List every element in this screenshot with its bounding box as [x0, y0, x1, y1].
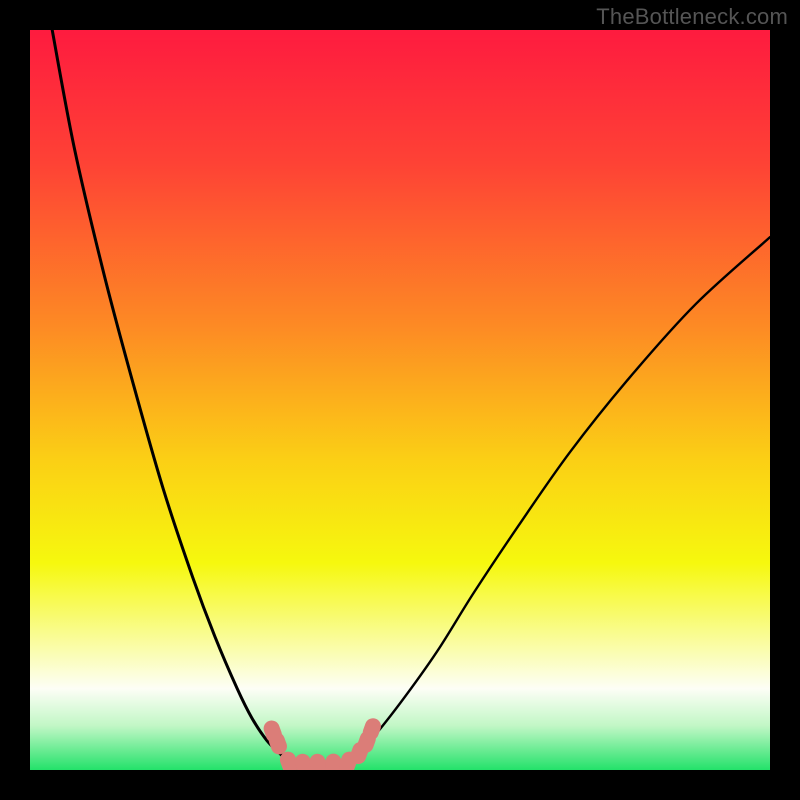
chart-frame: TheBottleneck.com	[0, 0, 800, 800]
bottleneck-chart	[30, 30, 770, 770]
watermark-text: TheBottleneck.com	[596, 4, 788, 30]
marker-point	[325, 754, 341, 770]
gradient-background	[30, 30, 770, 770]
plot-area	[30, 30, 770, 770]
